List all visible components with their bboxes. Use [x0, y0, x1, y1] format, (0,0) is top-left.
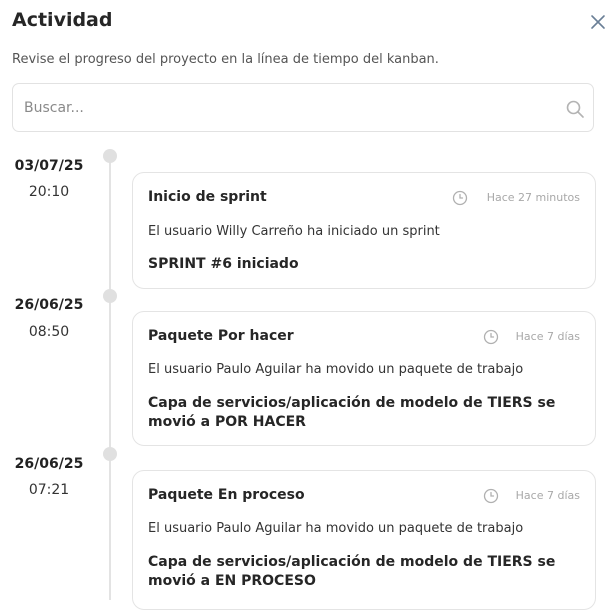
search-icon[interactable]	[565, 99, 585, 119]
card-title: Paquete En proceso	[148, 487, 305, 503]
clock-icon	[483, 488, 499, 504]
activity-card[interactable]: Paquete Por hacer Hace 7 días El usuario…	[132, 311, 596, 446]
card-detail: SPRINT #6 iniciado	[148, 255, 578, 274]
entry-time: 08:50	[28, 324, 70, 340]
card-description: El usuario Paulo Aguilar ha movido un pa…	[148, 362, 524, 377]
search-box	[12, 83, 594, 132]
timeline-dot	[103, 289, 117, 303]
close-icon	[591, 15, 605, 29]
entry-date: 03/07/25	[14, 158, 84, 174]
card-detail-subject: Capa de servicios/aplicación de modelo d…	[148, 554, 533, 570]
card-timestamp: Hace 7 días	[515, 489, 580, 502]
close-button[interactable]	[588, 12, 608, 32]
card-description: El usuario Willy Carreño ha iniciado un …	[148, 224, 440, 239]
card-detail: Capa de servicios/aplicación de modelo d…	[148, 553, 578, 591]
entry-date: 26/06/25	[14, 456, 84, 472]
timeline-dot	[103, 447, 117, 461]
timeline-line	[109, 156, 111, 600]
entry-time: 20:10	[28, 184, 70, 200]
page-title: Actividad	[12, 9, 113, 31]
clock-icon	[483, 329, 499, 345]
entry-time: 07:21	[28, 482, 70, 498]
card-detail: Capa de servicios/aplicación de modelo d…	[148, 394, 578, 432]
card-description: El usuario Paulo Aguilar ha movido un pa…	[148, 521, 524, 536]
activity-card[interactable]: Paquete En proceso Hace 7 días El usuari…	[132, 470, 596, 610]
page-subtitle: Revise el progreso del proyecto en la lí…	[12, 52, 439, 67]
card-timestamp: Hace 7 días	[515, 330, 580, 343]
card-title: Inicio de sprint	[148, 189, 267, 205]
card-title: Paquete Por hacer	[148, 328, 294, 344]
entry-date: 26/06/25	[14, 297, 84, 313]
timeline-dot	[103, 149, 117, 163]
activity-card[interactable]: Inicio de sprint Hace 27 minutos El usua…	[132, 172, 596, 289]
clock-icon	[452, 190, 468, 206]
card-detail-subject: SPRINT #6	[148, 256, 232, 272]
card-timestamp: Hace 27 minutos	[486, 191, 580, 204]
card-detail-action: iniciado	[231, 256, 299, 272]
card-detail-subject: Capa de servicios/aplicación de modelo d…	[148, 395, 533, 411]
search-input[interactable]	[24, 96, 544, 120]
